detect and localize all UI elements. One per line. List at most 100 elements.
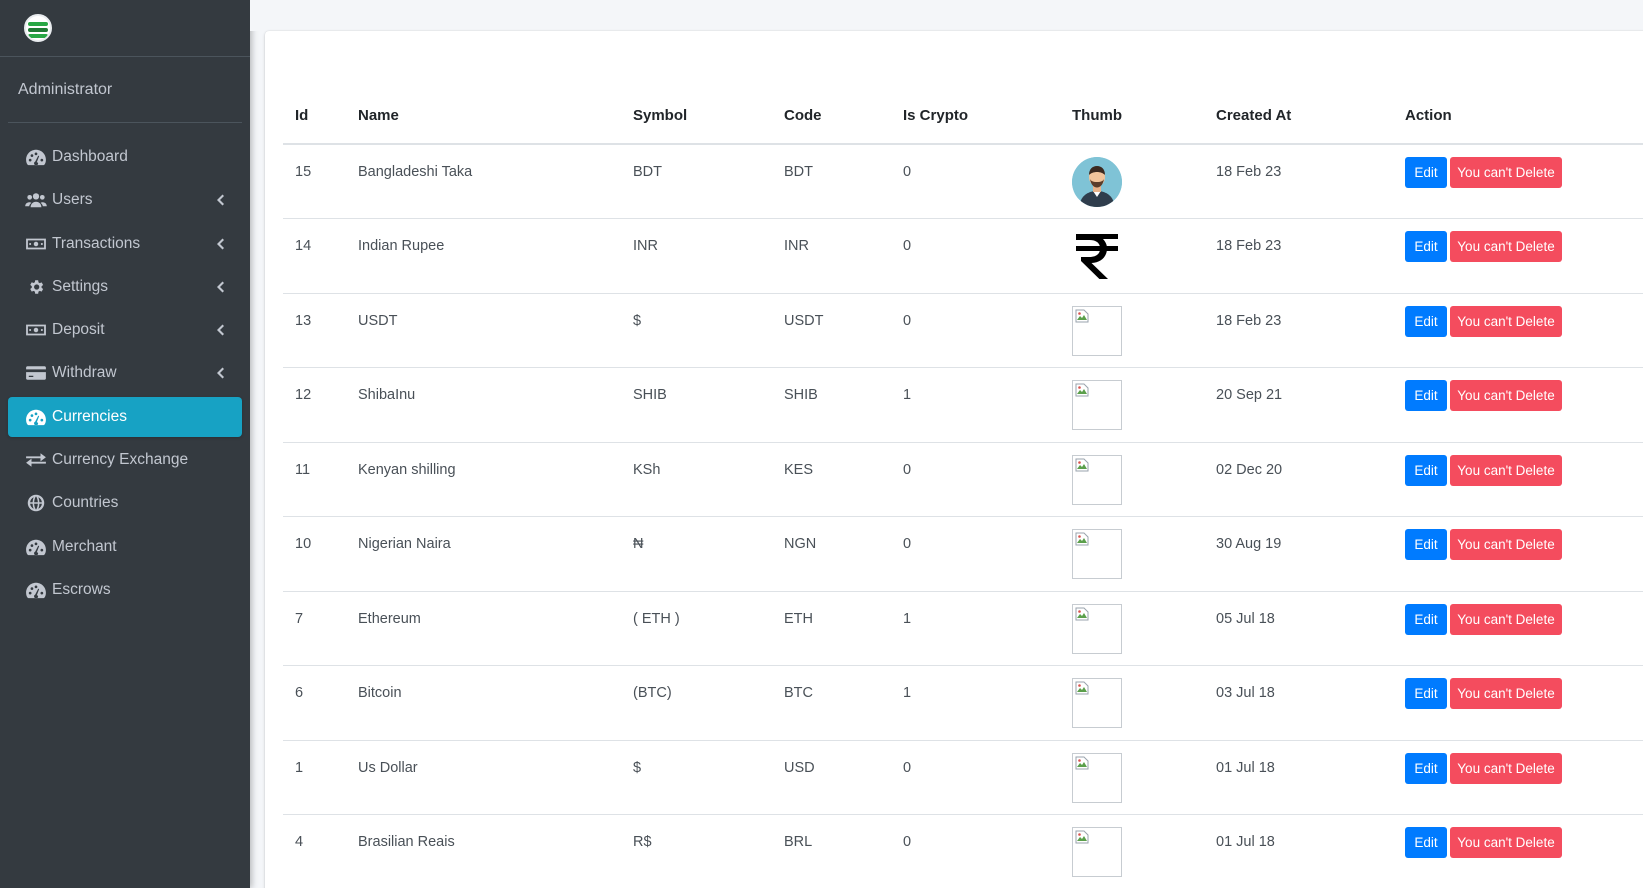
sidebar-item-currencies[interactable]: Currencies (8, 396, 242, 437)
cell-is-crypto: 0 (903, 834, 912, 850)
top-bar (250, 0, 1643, 31)
edit-button[interactable]: Edit (1405, 678, 1447, 709)
cell-thumb (1072, 218, 1216, 294)
chevron-left-icon[interactable] (212, 279, 228, 295)
sidebar-item-users[interactable]: Users (8, 180, 242, 220)
cell-symbol: $ (633, 740, 784, 815)
chevron-left-icon[interactable] (212, 192, 228, 208)
cant-delete-button[interactable]: You can't Delete (1450, 529, 1562, 560)
edit-button[interactable]: Edit (1405, 827, 1447, 858)
cell-is-crypto: 1 (903, 665, 1072, 741)
sidebar-item-transactions[interactable]: Transactions (8, 224, 242, 264)
cell-thumb (1072, 367, 1216, 443)
cell-created-at: 18 Feb 23 (1216, 144, 1405, 219)
cell-name: Kenyan shilling (358, 442, 633, 517)
currencies-card: Id Name Symbol Code Is Crypto Thumb Crea… (265, 31, 1643, 888)
header-is-crypto: Is Crypto (903, 88, 1072, 145)
chevron-left-icon[interactable] (212, 322, 228, 338)
table-row: 4 Brasilian Reais R$ BRL 0 01 Jul 18 Edit You c… (283, 815, 1643, 888)
cell-name: Ethereum (358, 591, 633, 666)
rupee-icon (1072, 231, 1122, 281)
user-panel[interactable]: Administrator (8, 57, 242, 123)
dashboard-icon (24, 538, 48, 556)
broken-image-icon (1072, 752, 1122, 803)
cell-thumb (1072, 442, 1216, 517)
header-created-at: Created At (1216, 88, 1405, 145)
cell-is-crypto: 1 (903, 591, 1072, 666)
cant-delete-button[interactable]: You can't Delete (1450, 305, 1562, 337)
edit-button[interactable]: Edit (1405, 603, 1447, 635)
cell-created-at: 01 Jul 18 (1216, 834, 1275, 850)
cell-symbol: SHIB (633, 367, 784, 443)
sidebar-item-escrows[interactable]: Escrows (8, 570, 242, 610)
user-name[interactable]: Administrator (18, 81, 112, 99)
cant-delete-button[interactable]: You can't Delete (1450, 157, 1562, 188)
broken-image-icon (1072, 380, 1122, 430)
cant-delete-button[interactable]: You can't Delete (1450, 380, 1562, 411)
edit-button[interactable]: Edit (1405, 157, 1447, 188)
cell-symbol: BDT (633, 144, 784, 219)
sidebar-item-label: Users (52, 191, 93, 209)
sidebar-item-deposit[interactable]: Deposit (8, 310, 242, 350)
exchange-icon (24, 451, 48, 469)
cell-thumb (1072, 591, 1216, 666)
cell-code: INR (784, 218, 903, 294)
edit-button[interactable]: Edit (1405, 231, 1447, 262)
money-icon (24, 321, 48, 339)
cell-name: Bangladeshi Taka (358, 144, 633, 219)
cell-code: KES (784, 442, 903, 517)
cell-action: Edit You can't Delete (1405, 293, 1643, 368)
gear-icon (24, 278, 48, 296)
header-action: Action (1405, 88, 1643, 145)
money-icon (24, 235, 48, 253)
cell-thumb (1072, 516, 1216, 592)
edit-button[interactable]: Edit (1405, 305, 1447, 337)
brand-logo-icon[interactable] (24, 14, 52, 42)
table-row: 7 Ethereum( ETH ) ETH 1 05 Jul 18 Edit You can… (283, 591, 1643, 666)
header-symbol: Symbol (633, 88, 784, 145)
broken-image-icon (1072, 454, 1122, 505)
dashboard-icon (24, 148, 48, 166)
sidebar-item-countries[interactable]: Countries (8, 483, 242, 523)
edit-button[interactable]: Edit (1405, 380, 1447, 411)
cell-created-at: 01 Jul 18 (1216, 740, 1405, 815)
cant-delete-button[interactable]: You can't Delete (1450, 752, 1562, 784)
cant-delete-button[interactable]: You can't Delete (1450, 454, 1562, 486)
cell-symbol: $ (633, 293, 784, 368)
cell-name: ShibaInu (358, 367, 633, 443)
table-row: 6 Bitcoin (BTC) BTC 1 03 Jul 18 Edit You can't … (283, 665, 1643, 741)
cell-action: Edit You can't Delete (1405, 665, 1643, 741)
sidebar-item-dashboard[interactable]: Dashboard (8, 137, 242, 177)
table-row: 14 Indian Rupee INR INR 0 18 Feb 23 Edit You ca… (283, 218, 1643, 294)
edit-button[interactable]: Edit (1405, 752, 1447, 784)
users-icon (24, 191, 48, 209)
credit-card-icon (24, 364, 48, 382)
sidebar-item-settings[interactable]: Settings (8, 267, 242, 307)
broken-image-icon (1072, 305, 1122, 356)
cell-action: Edit You can't Delete (1405, 591, 1643, 666)
cell-name: Bitcoin (358, 665, 633, 741)
sidebar-item-label: Transactions (52, 234, 141, 252)
cant-delete-button[interactable]: You can't Delete (1450, 827, 1562, 858)
cell-created-at: 03 Jul 18 (1216, 665, 1405, 741)
cell-code: BDT (784, 144, 903, 219)
cell-symbol: (BTC) (633, 665, 784, 741)
sidebar-item-currency-exchange[interactable]: Currency Exchange (8, 440, 242, 480)
cell-action: Edit You can't Delete (1405, 516, 1643, 592)
chevron-left-icon[interactable] (212, 236, 228, 252)
edit-button[interactable]: Edit (1405, 454, 1447, 486)
sidebar: Administrator Dashboard Users Transactions… (0, 0, 250, 888)
currencies-table: Id Name Symbol Code Is Crypto Thumb Crea… (283, 88, 1643, 888)
sidebar-item-merchant[interactable]: Merchant (8, 527, 242, 567)
cant-delete-button[interactable]: You can't Delete (1450, 603, 1562, 635)
cell-code: USDT (784, 293, 903, 368)
sidebar-item-withdraw[interactable]: Withdraw (8, 353, 242, 393)
cant-delete-button[interactable]: You can't Delete (1450, 231, 1562, 262)
table-row: 11 Kenyan shilling KSh KES 0 02 Dec 20 Edit You… (283, 442, 1643, 517)
chevron-left-icon[interactable] (212, 365, 228, 381)
cell-id: 10 (283, 516, 358, 592)
globe-icon (24, 494, 48, 512)
cant-delete-button[interactable]: You can't Delete (1450, 678, 1562, 709)
edit-button[interactable]: Edit (1405, 529, 1447, 560)
brand[interactable] (0, 0, 250, 57)
